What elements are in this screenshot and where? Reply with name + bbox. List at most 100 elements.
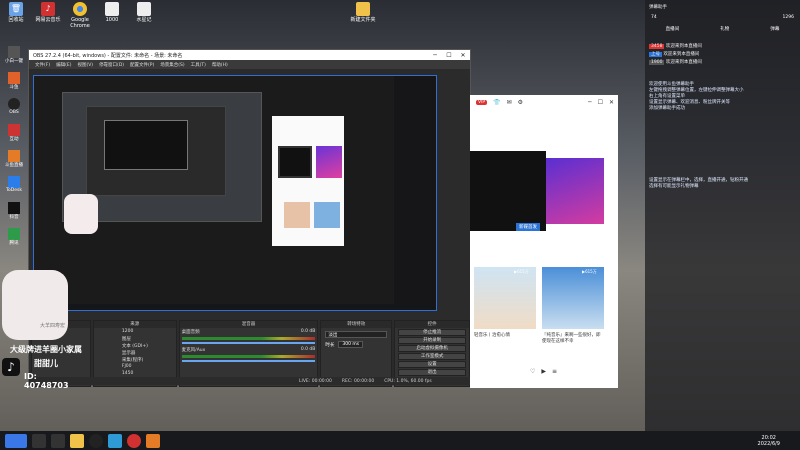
sources-header: 来源 — [93, 321, 176, 328]
playlist-card[interactable] — [542, 267, 604, 329]
menu-edit[interactable]: 编辑(E) — [56, 62, 71, 68]
duration-input[interactable]: 300 ms — [338, 341, 364, 348]
file-explorer-icon[interactable] — [70, 433, 84, 448]
left-desktop-icon[interactable]: 斗鱼直播 — [0, 150, 28, 174]
stats-row: 74 1296 — [645, 11, 800, 24]
maximize-icon[interactable]: ☐ — [598, 99, 603, 106]
left-desktop-icon[interactable]: 抖音 — [0, 202, 28, 226]
source-item[interactable]: 显示器 — [94, 349, 176, 356]
desktop-icon-file-1000[interactable]: 1000 — [96, 2, 128, 23]
desktop-icon-new-folder[interactable]: 新建文件夹 — [347, 2, 379, 23]
transition-select[interactable]: 淡出 — [325, 331, 388, 338]
chat-user: 1900 — [649, 60, 665, 65]
start-recording-button[interactable]: 开始录制 — [398, 337, 466, 344]
new-release-tag: 新碟首发 — [516, 223, 540, 231]
tab-danmaku[interactable]: 弹幕 — [770, 26, 779, 32]
mixer-channel-db: 0.0 dB — [300, 347, 316, 352]
overlay-line-1: 大级牌进羊圈小家属 — [10, 345, 82, 354]
menu-profile[interactable]: 配置文件(P) — [130, 62, 154, 68]
album-cover-dark[interactable] — [470, 151, 546, 231]
close-icon[interactable]: ✕ — [456, 52, 470, 59]
minimize-icon[interactable]: ─ — [588, 99, 592, 106]
task-view-icon[interactable] — [51, 433, 65, 448]
source-item[interactable]: 图层 — [94, 335, 176, 342]
nested-taskbar — [34, 304, 436, 310]
tiktok-logo-icon: ♪ — [2, 358, 20, 376]
netease-taskbar-icon[interactable] — [127, 433, 141, 448]
stop-streaming-button[interactable]: 停止推流 — [398, 329, 466, 336]
source-item[interactable]: 1450 — [94, 370, 176, 377]
desktop-icon-shuixingji[interactable]: 水星记 — [128, 2, 160, 23]
playlist-card[interactable] — [474, 267, 536, 329]
virtual-camera-button[interactable]: 启动虚拟摄像机 — [398, 345, 466, 352]
menu-scene-collection[interactable]: 场景集合(S) — [160, 62, 184, 68]
album-cover-purple[interactable] — [546, 158, 604, 224]
app-taskbar-icon[interactable] — [146, 433, 160, 448]
search-icon[interactable] — [32, 433, 46, 448]
folder-icon — [356, 2, 370, 16]
edge-icon[interactable] — [108, 433, 122, 448]
left-desktop-icon[interactable]: 斗鱼 — [0, 72, 28, 96]
left-desktop-icon[interactable]: 腾讯 — [0, 228, 28, 252]
overlay-line-2: 甜甜儿 — [34, 359, 58, 368]
mixer-channel-name: 麦克风/Aux — [181, 348, 206, 353]
desktop-icon-label: 回收站 — [8, 17, 24, 23]
danmaku-assistant-panel[interactable]: 弹幕助手 74 1296 直播间 礼物 弹幕 3458 欢迎来到本直播间 上号 … — [645, 0, 800, 450]
source-item[interactable]: 1200 — [94, 328, 176, 335]
volume-slider[interactable] — [181, 360, 316, 362]
left-desktop-icon[interactable]: 互动 — [0, 124, 28, 148]
source-item[interactable]: 采集(程序) — [94, 356, 176, 363]
mixer-channel: 桌面音频 0.0 dB — [180, 328, 318, 346]
menu-tools[interactable]: 工具(T) — [191, 62, 206, 68]
playlist-caption[interactable]: 『纯音乐』来啊一些很好，即使现在这样不幸 — [542, 332, 604, 344]
shirt-icon[interactable]: 👕 — [493, 99, 500, 106]
menu-view[interactable]: 视图(V) — [77, 62, 93, 68]
tab-room[interactable]: 直播间 — [666, 26, 680, 32]
mail-icon[interactable]: ✉ — [507, 99, 512, 106]
message-list: 3458 欢迎来到本直播间 上号 欢迎来到本直播间 1900 欢迎来到本直播间 — [645, 42, 800, 66]
desktop-icon-chrome[interactable]: Google Chrome — [64, 2, 96, 29]
settings-icon[interactable]: ⚙ — [518, 99, 523, 106]
maximize-icon[interactable]: ☐ — [442, 52, 456, 59]
tab-gifts[interactable]: 礼物 — [720, 26, 729, 32]
clock[interactable]: 20:02 2022/6/9 — [758, 435, 780, 447]
heart-icon[interactable]: ♡ — [530, 368, 535, 375]
minimize-icon[interactable]: ─ — [428, 52, 442, 59]
obs-titlebar[interactable]: OBS 27.2.4 (64-bit, windows) - 配置文件: 未命名… — [29, 50, 470, 60]
start-icon[interactable] — [5, 433, 27, 448]
player-bar: ♡ ▶ ≡ — [470, 365, 618, 377]
playlist-caption[interactable]: 轻音乐丨治愈心情 — [474, 332, 536, 338]
volume-slider[interactable] — [181, 342, 316, 344]
desktop-icon-label: 新建文件夹 — [350, 17, 376, 23]
music-app-window[interactable]: VIP 👕 ✉ ⚙ ─ ☐ ✕ 新碟首发 ▶615万 ▶615万 轻音乐丨治愈心… — [470, 95, 618, 388]
watermark-text: 大羊四寿宏 — [40, 323, 66, 329]
desktop-icon-recycle-bin[interactable]: 🗑 回收站 — [0, 2, 32, 23]
overlay-id: ID: 40748703 — [24, 372, 69, 390]
tiktok-overlay: 大羊四寿宏 ♪ 大级牌进羊圈小家属 甜甜儿 ID: 40748703 — [0, 270, 82, 390]
left-desktop-icon[interactable]: ToDesk — [0, 176, 28, 200]
nested-purple-banner — [316, 146, 342, 178]
play-icon[interactable]: ▶ — [541, 368, 546, 375]
exit-button[interactable]: 退出 — [398, 369, 466, 376]
left-desktop-icon[interactable]: OBS — [0, 98, 28, 122]
menu-file[interactable]: 文件(F) — [35, 62, 50, 68]
menu-docks[interactable]: 停靠窗口(D) — [99, 62, 124, 68]
source-item[interactable]: FJ00 — [94, 363, 176, 370]
obs-window[interactable]: OBS 27.2.4 (64-bit, windows) - 配置文件: 未命名… — [28, 49, 471, 387]
playlist-icon[interactable]: ≡ — [552, 368, 557, 375]
obs-preview[interactable] — [33, 75, 437, 311]
chrome-icon — [73, 2, 87, 16]
playlist-count: ▶615万 — [582, 269, 597, 274]
settings-button[interactable]: 设置 — [398, 361, 466, 368]
left-desktop-icon[interactable]: 小白一键 — [0, 46, 28, 70]
obs-taskbar-icon[interactable] — [89, 433, 103, 448]
chat-user: 3458 — [649, 44, 665, 49]
studio-mode-button[interactable]: 工作室模式 — [398, 353, 466, 360]
close-icon[interactable]: ✕ — [609, 99, 614, 106]
document-icon — [137, 2, 151, 16]
vip-badge[interactable]: VIP — [476, 99, 488, 105]
mixer-channel-name: 桌面音频 — [181, 330, 200, 335]
desktop-icon-netease[interactable]: ♪ 网易云音乐 — [32, 2, 64, 23]
source-item[interactable]: 文本 (GDI+) — [94, 342, 176, 349]
menu-help[interactable]: 帮助(H) — [212, 62, 228, 68]
